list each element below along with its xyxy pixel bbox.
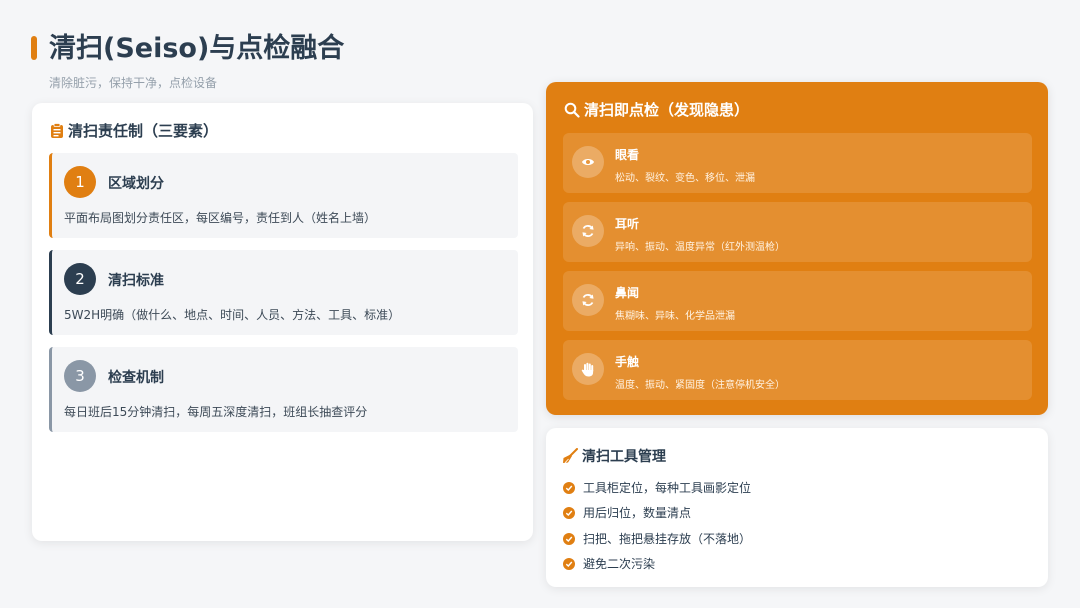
refresh-icon xyxy=(572,284,604,316)
refresh-icon xyxy=(572,215,604,247)
item-title: 清扫标准 xyxy=(108,273,164,289)
inspection-item-description: 温度、振动、紧固度（注意停机安全） xyxy=(615,380,785,391)
responsibility-item-2: 2 清扫标准 5W2H明确（做什么、地点、时间、人员、方法、工具、标准） xyxy=(49,250,518,335)
check-circle-icon xyxy=(563,506,575,519)
inspection-item-title: 手触 xyxy=(615,355,640,369)
item-description: 每日班后15分钟清扫，每周五深度清扫，班组长抽查评分 xyxy=(64,405,368,419)
inspection-item-description: 异响、振动、温度异常（红外测温枪） xyxy=(615,242,785,253)
inspection-card: 清扫即点检（发现隐患） 眼看 松动、裂纹、变色、移位、泄漏 耳听 异响、振动、温… xyxy=(546,82,1048,415)
tools-title: 清扫工具管理 xyxy=(582,449,666,465)
tools-heading: 清扫工具管理 xyxy=(562,446,666,466)
page-subtitle: 清除脏污，保持干净，点检设备 xyxy=(49,76,218,90)
item-title: 区域划分 xyxy=(108,176,164,192)
tool-item-text: 避免二次污染 xyxy=(583,557,656,571)
inspection-item-title: 耳听 xyxy=(615,217,640,231)
inspection-item-description: 松动、裂纹、变色、移位、泄漏 xyxy=(615,173,755,184)
clipboard-icon xyxy=(50,122,64,139)
search-icon xyxy=(564,102,580,118)
broom-icon xyxy=(562,448,578,464)
item-description: 平面布局图划分责任区，每区编号，责任到人（姓名上墙） xyxy=(64,211,377,225)
inspection-item-touch: 手触 温度、振动、紧固度（注意停机安全） xyxy=(563,340,1032,400)
step-number-3: 3 xyxy=(64,360,96,392)
inspection-title: 清扫即点检（发现隐患） xyxy=(584,101,750,119)
step-number-2: 2 xyxy=(64,263,96,295)
step-number-1: 1 xyxy=(64,166,96,198)
item-description: 5W2H明确（做什么、地点、时间、人员、方法、工具、标准） xyxy=(64,308,401,322)
tools-card: 清扫工具管理 工具柜定位，每种工具画影定位 用后归位，数量清点 扫把、拖把悬挂存… xyxy=(546,428,1048,587)
tool-item-text: 扫把、拖把悬挂存放（不落地） xyxy=(583,532,752,546)
page-title: 清扫(Seiso)与点检融合 xyxy=(49,33,345,64)
inspection-item-listen: 耳听 异响、振动、温度异常（红外测温枪） xyxy=(563,202,1032,262)
title-accent-bar xyxy=(31,36,37,60)
tool-item: 避免二次污染 xyxy=(563,555,655,572)
hand-icon xyxy=(572,353,604,385)
tool-item: 扫把、拖把悬挂存放（不落地） xyxy=(563,530,751,547)
responsibility-card: 清扫责任制（三要素） 1 区域划分 平面布局图划分责任区，每区编号，责任到人（姓… xyxy=(32,103,533,541)
check-circle-icon xyxy=(563,481,575,494)
inspection-item-smell: 鼻闻 焦糊味、异味、化学品泄漏 xyxy=(563,271,1032,331)
responsibility-heading: 清扫责任制（三要素） xyxy=(50,120,218,141)
inspection-item-look: 眼看 松动、裂纹、变色、移位、泄漏 xyxy=(563,133,1032,193)
inspection-item-title: 鼻闻 xyxy=(615,286,640,300)
check-circle-icon xyxy=(563,532,575,545)
inspection-heading: 清扫即点检（发现隐患） xyxy=(564,99,749,120)
responsibility-title: 清扫责任制（三要素） xyxy=(68,122,219,140)
eye-icon xyxy=(572,146,604,178)
check-circle-icon xyxy=(563,557,575,570)
inspection-item-description: 焦糊味、异味、化学品泄漏 xyxy=(615,311,735,322)
tool-item: 工具柜定位，每种工具画影定位 xyxy=(563,479,751,496)
responsibility-item-3: 3 检查机制 每日班后15分钟清扫，每周五深度清扫，班组长抽查评分 xyxy=(49,347,518,432)
responsibility-item-1: 1 区域划分 平面布局图划分责任区，每区编号，责任到人（姓名上墙） xyxy=(49,153,518,238)
tool-item: 用后归位，数量清点 xyxy=(563,504,691,521)
inspection-item-title: 眼看 xyxy=(615,148,640,162)
tool-item-text: 工具柜定位，每种工具画影定位 xyxy=(583,481,752,495)
item-title: 检查机制 xyxy=(108,370,164,386)
tool-item-text: 用后归位，数量清点 xyxy=(583,506,692,520)
